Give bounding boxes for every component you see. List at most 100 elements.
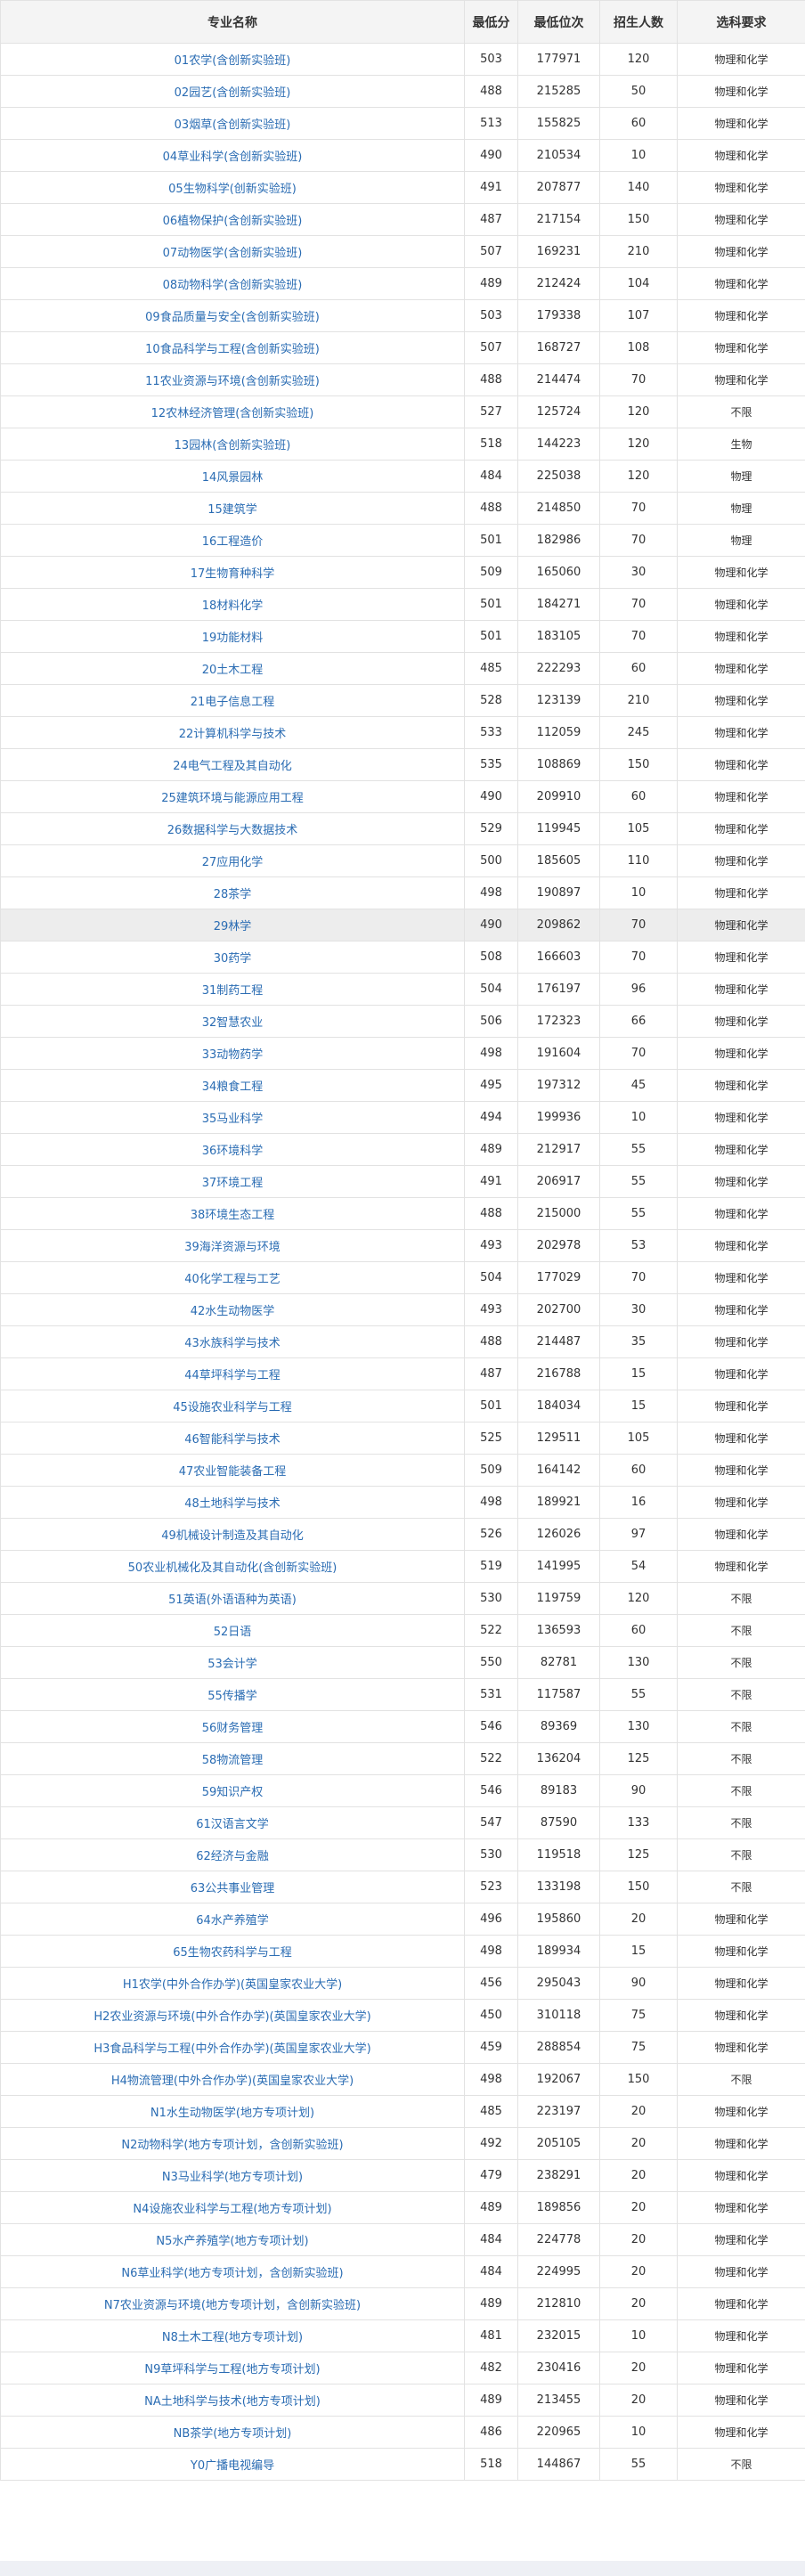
major-name-cell[interactable]: 65生物农药科学与工程 xyxy=(0,1935,465,1968)
major-link[interactable]: 17生物育种科学 xyxy=(191,567,275,581)
major-name-cell[interactable]: 44草坪科学与工程 xyxy=(0,1357,465,1390)
major-name-cell[interactable]: 13园林(含创新实验班) xyxy=(0,428,465,461)
major-link[interactable]: 31制药工程 xyxy=(202,984,264,998)
major-name-cell[interactable]: N6草业科学(地方专项计划，含创新实验班) xyxy=(0,2255,465,2288)
major-name-cell[interactable]: 28茶学 xyxy=(0,876,465,909)
major-link[interactable]: 64水产养殖学 xyxy=(196,1914,269,1928)
major-link[interactable]: N4设施农业科学与工程(地方专项计划) xyxy=(133,2203,331,2216)
major-name-cell[interactable]: 05生物科学(创新实验班) xyxy=(0,171,465,204)
major-name-cell[interactable]: 06植物保护(含创新实验班) xyxy=(0,203,465,236)
major-link[interactable]: 51英语(外语语种为英语) xyxy=(168,1594,297,1607)
major-link[interactable]: 65生物农药科学与工程 xyxy=(173,1946,292,1960)
major-name-cell[interactable]: H3食品科学与工程(中外合作办学)(英国皇家农业大学) xyxy=(0,2031,465,2064)
major-link[interactable]: 63公共事业管理 xyxy=(191,1882,275,1895)
major-name-cell[interactable]: H2农业资源与环境(中外合作办学)(英国皇家农业大学) xyxy=(0,1999,465,2032)
major-link[interactable]: 01农学(含创新实验班) xyxy=(175,54,291,68)
major-name-cell[interactable]: N3马业科学(地方专项计划) xyxy=(0,2159,465,2192)
major-name-cell[interactable]: 37环境工程 xyxy=(0,1165,465,1198)
major-name-cell[interactable]: 19功能材料 xyxy=(0,620,465,653)
major-name-cell[interactable]: 61汉语言文学 xyxy=(0,1806,465,1839)
major-name-cell[interactable]: 40化学工程与工艺 xyxy=(0,1261,465,1294)
major-name-cell[interactable]: N7农业资源与环境(地方专项计划，含创新实验班) xyxy=(0,2287,465,2320)
major-name-cell[interactable]: N9草坪科学与工程(地方专项计划) xyxy=(0,2352,465,2384)
major-link[interactable]: 59知识产权 xyxy=(202,1786,264,1799)
major-link[interactable]: 10食品科学与工程(含创新实验班) xyxy=(145,343,320,356)
major-link[interactable]: N6草业科学(地方专项计划，含创新实验班) xyxy=(121,2267,343,2280)
major-link[interactable]: 53会计学 xyxy=(207,1658,257,1671)
major-link[interactable]: 25建筑环境与能源应用工程 xyxy=(161,792,304,805)
major-link[interactable]: 50农业机械化及其自动化(含创新实验班) xyxy=(128,1561,337,1575)
major-link[interactable]: 48土地科学与技术 xyxy=(184,1497,281,1511)
major-name-cell[interactable]: 26数据科学与大数据技术 xyxy=(0,812,465,845)
major-name-cell[interactable]: 20土木工程 xyxy=(0,652,465,685)
major-name-cell[interactable]: 09食品质量与安全(含创新实验班) xyxy=(0,299,465,332)
major-link[interactable]: 36环境科学 xyxy=(202,1145,264,1158)
major-name-cell[interactable]: 03烟草(含创新实验班) xyxy=(0,107,465,140)
major-name-cell[interactable]: 48土地科学与技术 xyxy=(0,1486,465,1519)
major-link[interactable]: 27应用化学 xyxy=(202,856,264,869)
major-name-cell[interactable]: 51英语(外语语种为英语) xyxy=(0,1582,465,1615)
major-name-cell[interactable]: 45设施农业科学与工程 xyxy=(0,1390,465,1423)
major-link[interactable]: H4物流管理(中外合作办学)(英国皇家农业大学) xyxy=(111,2075,354,2088)
major-link[interactable]: N3马业科学(地方专项计划) xyxy=(162,2171,303,2184)
major-link[interactable]: 46智能科学与技术 xyxy=(184,1433,281,1447)
major-link[interactable]: 15建筑学 xyxy=(207,503,257,517)
major-name-cell[interactable]: 16工程造价 xyxy=(0,524,465,557)
major-name-cell[interactable]: N5水产养殖学(地方专项计划) xyxy=(0,2223,465,2256)
major-name-cell[interactable]: 29林学 xyxy=(0,909,465,942)
major-link[interactable]: 40化学工程与工艺 xyxy=(184,1273,281,1286)
major-name-cell[interactable]: 14风景园林 xyxy=(0,460,465,493)
major-link[interactable]: N9草坪科学与工程(地方专项计划) xyxy=(144,2363,320,2376)
major-link[interactable]: 21电子信息工程 xyxy=(191,696,275,709)
major-name-cell[interactable]: 25建筑环境与能源应用工程 xyxy=(0,780,465,813)
major-name-cell[interactable]: 42水生动物医学 xyxy=(0,1293,465,1326)
major-name-cell[interactable]: 39海洋资源与环境 xyxy=(0,1229,465,1262)
major-link[interactable]: 16工程造价 xyxy=(202,535,264,549)
major-link[interactable]: N2动物科学(地方专项计划，含创新实验班) xyxy=(121,2139,343,2152)
major-name-cell[interactable]: Y0广播电视编导 xyxy=(0,2448,465,2481)
major-link[interactable]: 07动物医学(含创新实验班) xyxy=(163,247,303,260)
major-link[interactable]: 52日语 xyxy=(214,1626,252,1639)
major-name-cell[interactable]: 02园艺(含创新实验班) xyxy=(0,75,465,108)
major-name-cell[interactable]: 01农学(含创新实验班) xyxy=(0,43,465,76)
major-name-cell[interactable]: 31制药工程 xyxy=(0,973,465,1006)
major-link[interactable]: 18材料化学 xyxy=(202,599,264,613)
major-link[interactable]: 34粮食工程 xyxy=(202,1080,264,1094)
major-link[interactable]: 29林学 xyxy=(214,920,252,933)
major-name-cell[interactable]: H1农学(中外合作办学)(英国皇家农业大学) xyxy=(0,1967,465,2000)
major-name-cell[interactable]: 07动物医学(含创新实验班) xyxy=(0,235,465,268)
major-name-cell[interactable]: H4物流管理(中外合作办学)(英国皇家农业大学) xyxy=(0,2063,465,2096)
major-link[interactable]: 49机械设计制造及其自动化 xyxy=(161,1529,304,1543)
major-name-cell[interactable]: 59知识产权 xyxy=(0,1774,465,1807)
major-name-cell[interactable]: 62经济与金融 xyxy=(0,1838,465,1871)
major-name-cell[interactable]: 53会计学 xyxy=(0,1646,465,1679)
major-link[interactable]: 08动物科学(含创新实验班) xyxy=(163,279,303,292)
major-name-cell[interactable]: 52日语 xyxy=(0,1614,465,1647)
major-link[interactable]: 26数据科学与大数据技术 xyxy=(167,824,298,837)
major-link[interactable]: 45设施农业科学与工程 xyxy=(173,1401,292,1414)
major-name-cell[interactable]: 12农林经济管理(含创新实验班) xyxy=(0,395,465,428)
major-link[interactable]: 06植物保护(含创新实验班) xyxy=(163,215,303,228)
major-name-cell[interactable]: 30药学 xyxy=(0,941,465,974)
major-link[interactable]: Y0广播电视编导 xyxy=(191,2459,274,2473)
major-link[interactable]: 09食品质量与安全(含创新实验班) xyxy=(145,311,320,324)
major-link[interactable]: 12农林经济管理(含创新实验班) xyxy=(151,407,314,420)
major-link[interactable]: 37环境工程 xyxy=(202,1177,264,1190)
major-link[interactable]: N1水生动物医学(地方专项计划) xyxy=(150,2107,314,2120)
major-link[interactable]: 30药学 xyxy=(214,952,252,966)
major-link[interactable]: 24电气工程及其自动化 xyxy=(173,760,292,773)
major-name-cell[interactable]: 22计算机科学与技术 xyxy=(0,716,465,749)
major-link[interactable]: 04草业科学(含创新实验班) xyxy=(163,151,303,164)
major-link[interactable]: 61汉语言文学 xyxy=(196,1818,269,1831)
major-link[interactable]: 19功能材料 xyxy=(202,632,264,645)
major-name-cell[interactable]: 32智慧农业 xyxy=(0,1005,465,1038)
major-link[interactable]: 32智慧农业 xyxy=(202,1016,264,1030)
major-link[interactable]: 47农业智能装备工程 xyxy=(179,1465,287,1479)
major-name-cell[interactable]: N2动物科学(地方专项计划，含创新实验班) xyxy=(0,2127,465,2160)
major-name-cell[interactable]: 46智能科学与技术 xyxy=(0,1422,465,1455)
major-link[interactable]: 39海洋资源与环境 xyxy=(184,1241,281,1254)
major-link[interactable]: 03烟草(含创新实验班) xyxy=(175,118,291,132)
major-name-cell[interactable]: NA土地科学与技术(地方专项计划) xyxy=(0,2384,465,2417)
major-link[interactable]: 28茶学 xyxy=(214,888,252,901)
major-link[interactable]: 33动物药学 xyxy=(202,1048,264,1062)
